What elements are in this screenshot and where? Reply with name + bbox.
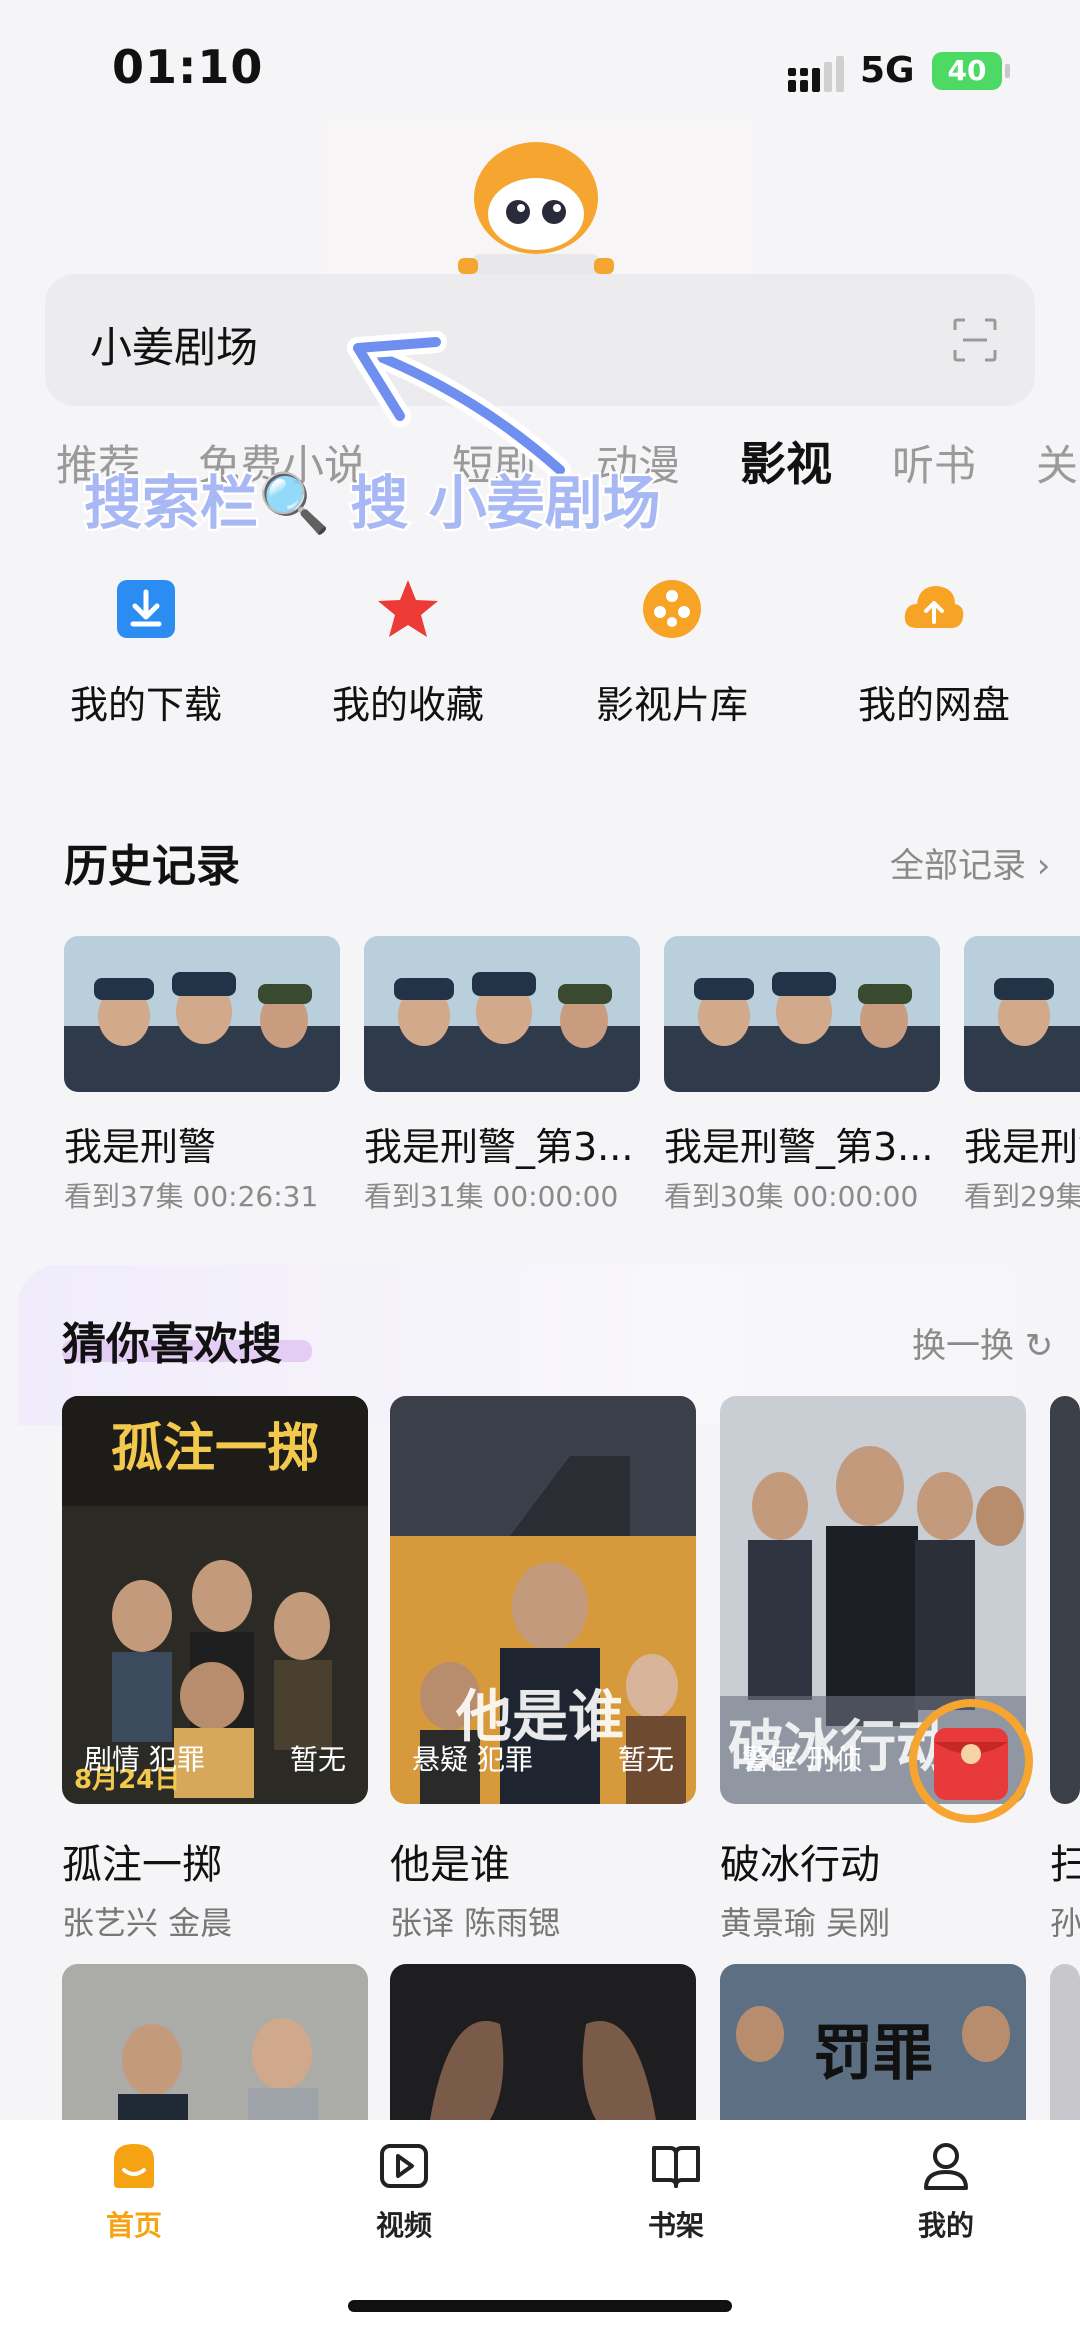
download-icon bbox=[117, 580, 175, 638]
recommend-title-text: 破冰行动 bbox=[720, 1842, 880, 1888]
bookshelf-icon bbox=[652, 2146, 700, 2188]
poster-image bbox=[390, 1964, 696, 2120]
recommend-card-row2[interactable] bbox=[62, 1964, 368, 2120]
signal-icon bbox=[788, 56, 844, 92]
recommend-card[interactable]: 扫 孙 bbox=[1050, 1396, 1080, 1944]
history-item[interactable]: 我是刑警 看到37集 00:26:31 bbox=[64, 936, 340, 1215]
home-icon bbox=[114, 2144, 154, 2188]
film-reel-icon bbox=[643, 580, 701, 638]
bottom-tab-label: 视频 bbox=[375, 2209, 432, 2242]
history-thumbnail bbox=[664, 936, 940, 1092]
network-type: 5G bbox=[860, 50, 915, 91]
recommend-cast: 黄景瑜 吴刚 bbox=[720, 1904, 891, 1942]
status-bar: 01:10 5G 40 bbox=[0, 0, 1080, 130]
recommend-poster bbox=[1050, 1396, 1080, 1804]
recommend-title-text: 孤注一掷 bbox=[62, 1842, 222, 1888]
history-item-progress: 看到29集 bbox=[964, 1180, 1080, 1213]
recommend-tags: 警匪 刑侦 bbox=[742, 1743, 863, 1776]
poster-title-text: 罚罪 bbox=[813, 2019, 933, 2089]
history-item-title: 我是刑警 bbox=[964, 1125, 1080, 1169]
search-text[interactable]: 小姜剧场 bbox=[90, 314, 258, 375]
profile-icon bbox=[924, 2143, 968, 2190]
annotation-label: 搜索栏🔍 搜 小姜剧场 bbox=[82, 464, 664, 540]
quick-download-label: 我的下载 bbox=[69, 683, 222, 727]
red-packet-icon[interactable] bbox=[906, 1696, 1036, 1826]
mascot-image bbox=[322, 118, 754, 274]
video-icon bbox=[380, 2144, 428, 2188]
battery-icon: 40 bbox=[932, 52, 1010, 90]
recommend-cast: 张艺兴 金晨 bbox=[62, 1904, 233, 1942]
quick-favorites[interactable]: 我的收藏 bbox=[298, 576, 518, 746]
quick-cloud-drive-label: 我的网盘 bbox=[857, 683, 1010, 727]
history-item-progress: 看到37集 00:26:31 bbox=[64, 1180, 319, 1213]
recommend-tags: 悬疑 犯罪 bbox=[412, 1743, 533, 1776]
quick-download[interactable]: 我的下载 bbox=[36, 576, 256, 746]
quick-film-library[interactable]: 影视片库 bbox=[562, 576, 782, 746]
quick-favorites-label: 我的收藏 bbox=[331, 683, 484, 727]
recommend-title-text: 扫 bbox=[1050, 1842, 1080, 1888]
bottom-tab-home[interactable]: 首页 bbox=[74, 2138, 194, 2244]
history-thumbnail bbox=[964, 936, 1080, 1092]
scan-icon[interactable] bbox=[951, 316, 999, 364]
recommend-card[interactable]: 他是谁 悬疑 犯罪 暂无 他是谁 张译 陈雨锶 bbox=[390, 1396, 696, 1944]
home-indicator bbox=[348, 2300, 732, 2312]
tab-audiobook[interactable]: 听书 bbox=[892, 432, 976, 493]
poster-title-text: 孤注一掷 bbox=[111, 1419, 319, 1479]
recommend-score: 暂无 bbox=[617, 1743, 674, 1776]
poster-image bbox=[1050, 1964, 1080, 2120]
history-title: 历史记录 bbox=[64, 841, 240, 892]
poster-image bbox=[62, 1964, 368, 2120]
cloud-upload-icon bbox=[904, 586, 964, 628]
recommend-card-row2[interactable] bbox=[1050, 1964, 1080, 2120]
recommend-tags: 剧情 犯罪 bbox=[84, 1743, 205, 1776]
bottom-tab-bookshelf[interactable]: 书架 bbox=[616, 2138, 736, 2244]
annotation-text: 搜索栏🔍 搜 小姜剧场 bbox=[84, 466, 661, 537]
recommend-card[interactable]: 孤注一掷 8月24日 剧情 犯罪 暂无 孤注一掷 张艺兴 金晨 bbox=[62, 1396, 368, 1944]
recommend-card-row2[interactable]: 罚罪 bbox=[720, 1964, 1026, 2120]
history-item-progress: 看到30集 00:00:00 bbox=[664, 1180, 919, 1213]
refresh-icon: ↻ bbox=[1014, 1326, 1054, 1366]
chevron-right-icon: › bbox=[1026, 846, 1051, 886]
recommend-title-text: 他是谁 bbox=[390, 1842, 510, 1888]
history-item-progress: 看到31集 00:00:00 bbox=[364, 1180, 619, 1213]
tab-more[interactable]: 关 bbox=[1036, 432, 1078, 493]
recommend-poster: 他是谁 悬疑 犯罪 暂无 bbox=[390, 1396, 696, 1804]
bottom-tab-video[interactable]: 视频 bbox=[344, 2138, 464, 2244]
history-item-title: 我是刑警_第3... bbox=[664, 1125, 934, 1169]
history-item[interactable]: 我是刑警_第3... 看到31集 00:00:00 bbox=[364, 936, 640, 1215]
recommend-score: 暂无 bbox=[289, 1743, 346, 1776]
history-thumbnail bbox=[64, 936, 340, 1092]
refresh-label: 换一换 bbox=[912, 1326, 1014, 1366]
bottom-tab-profile[interactable]: 我的 bbox=[886, 2138, 1006, 2244]
status-time: 01:10 bbox=[112, 40, 264, 94]
bottom-tab-label: 首页 bbox=[105, 2209, 162, 2242]
recommend-card[interactable]: 破冰行动 警匪 刑侦 破冰行动 黄景瑜 吴刚 bbox=[720, 1396, 1026, 1944]
history-more-label: 全部记录 bbox=[890, 846, 1026, 886]
history-item[interactable]: 我是刑警 看到29集 bbox=[964, 936, 1080, 1215]
bottom-tab-bar: 首页 视频 书架 我的 bbox=[0, 2120, 1080, 2337]
bottom-tab-label: 我的 bbox=[917, 2209, 974, 2242]
quick-film-library-label: 影视片库 bbox=[595, 683, 748, 727]
recommend-card-row2[interactable] bbox=[390, 1964, 696, 2120]
history-thumbnail bbox=[364, 936, 640, 1092]
poster-image: 罚罪 bbox=[720, 1964, 1026, 2120]
refresh-button[interactable]: 换一换 ↻ bbox=[912, 1318, 1053, 1367]
recommend-cast: 孙 bbox=[1050, 1904, 1080, 1942]
history-item-title: 我是刑警 bbox=[64, 1125, 217, 1169]
history-item[interactable]: 我是刑警_第3... 看到30集 00:00:00 bbox=[664, 936, 940, 1215]
history-more-link[interactable]: 全部记录 › bbox=[890, 838, 1050, 887]
poster-image bbox=[1050, 1396, 1080, 1804]
quick-cloud-drive[interactable]: 我的网盘 bbox=[824, 576, 1044, 746]
history-item-title: 我是刑警_第3... bbox=[364, 1125, 634, 1169]
recommend-title: 猜你喜欢搜 bbox=[62, 1319, 282, 1370]
recommend-cast: 张译 陈雨锶 bbox=[390, 1904, 561, 1942]
recommend-poster: 孤注一掷 8月24日 剧情 犯罪 暂无 bbox=[62, 1396, 368, 1804]
bottom-tab-label: 书架 bbox=[647, 2209, 704, 2242]
star-icon bbox=[378, 580, 438, 637]
